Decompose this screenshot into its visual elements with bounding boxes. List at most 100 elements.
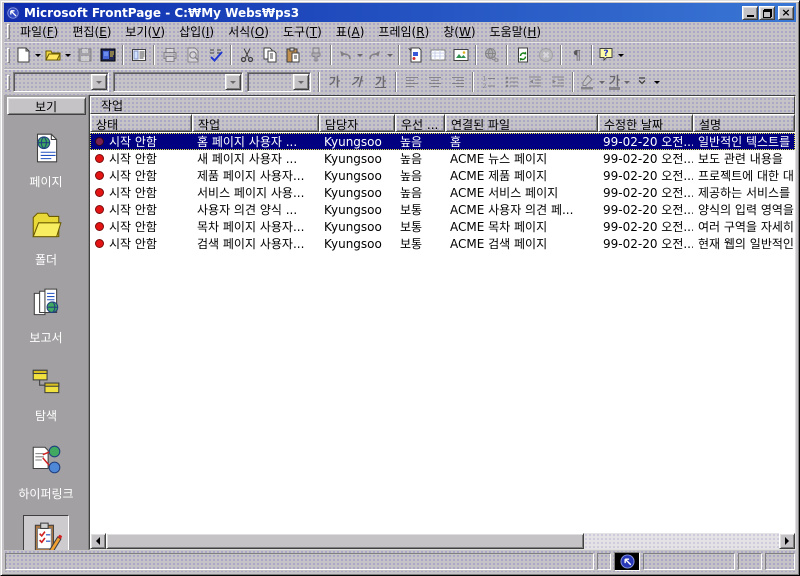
view-icon-frame (23, 437, 69, 483)
toolbar-separator (591, 45, 593, 65)
toolbar-grip[interactable] (7, 47, 10, 63)
cell-priority: 높음 (400, 169, 423, 183)
frontpage-window: Microsoft FrontPage - C:₩My Webs₩ps3 × 파… (0, 0, 800, 576)
scroll-left-icon (96, 537, 100, 545)
toolbar-options-button[interactable] (632, 71, 662, 93)
toolbar-grip[interactable] (7, 24, 10, 39)
task-status-icon (95, 171, 104, 180)
scroll-right-button[interactable] (779, 533, 795, 549)
insert-component-button[interactable] (403, 44, 426, 66)
align-left-button (400, 71, 423, 93)
cell-modified: 99-02-20 오전... (603, 203, 693, 217)
cell-description: 프로젝트에 대한 대 (698, 169, 794, 183)
status-bar (4, 550, 796, 572)
horizontal-scrollbar[interactable] (90, 533, 795, 549)
frontpage-status-icon (614, 552, 640, 571)
decrease-indent-button (523, 71, 546, 93)
refresh-button[interactable] (511, 44, 534, 66)
view-label: 폴더 (34, 253, 58, 267)
task-row[interactable]: 시작 안함 새 페이지 사용자 ... Kyungsoo 높음 ACME 뉴스 페이지 9… (90, 150, 795, 167)
scrollbar-track[interactable] (584, 533, 779, 549)
stop-button (534, 44, 557, 66)
copy-button[interactable] (258, 44, 281, 66)
column-header-2[interactable]: 작업 (192, 114, 319, 132)
bulleted-list-icon (504, 74, 520, 90)
navigation-view-icon (29, 365, 63, 399)
menu-item-T[interactable]: 도구(T) (276, 22, 329, 41)
column-header-5[interactable]: 연결된 파일 (445, 114, 598, 132)
close-button[interactable]: × (778, 5, 794, 20)
font-color-label: 가 (609, 73, 621, 90)
help-button[interactable]: ? (596, 44, 626, 66)
menu-item-V[interactable]: 보기(V) (118, 22, 172, 41)
menu-item-I[interactable]: 삽입(I) (172, 22, 221, 41)
scroll-left-button[interactable] (90, 533, 106, 549)
scrollbar-thumb[interactable] (106, 533, 584, 549)
increase-indent-button (546, 71, 569, 93)
underline-label: 가 (374, 75, 387, 89)
view-label: 보고서 (29, 331, 63, 345)
folder-list-button[interactable] (127, 44, 150, 66)
toolbar-grip[interactable] (7, 74, 10, 90)
sidebar-item-navigation[interactable]: 탐색 (18, 359, 73, 424)
cell-priority: 높음 (400, 186, 423, 200)
insert-table-button[interactable] (426, 44, 449, 66)
task-status-icon (95, 222, 104, 231)
svg-text:¶: ¶ (572, 49, 580, 64)
menu-item-A[interactable]: 표(A) (329, 22, 372, 41)
task-row[interactable]: 시작 안함 목차 페이지 사용자... Kyungsoo 보통 ACME 목차 페이지 9… (90, 218, 795, 235)
sidebar-item-tasks[interactable]: 작업 (18, 515, 73, 550)
restore-button[interactable] (759, 5, 775, 20)
menu-item-E[interactable]: 편집(E) (65, 22, 118, 41)
column-header-1[interactable]: 상태 (90, 114, 192, 132)
bold-button: 가 (323, 71, 346, 93)
open-button[interactable] (43, 44, 73, 66)
task-table-body: 시작 안함 홈 페이지 사용자 ... Kyungsoo 높음 홈 99-02-20 오전… (90, 132, 795, 533)
dropdown-arrow-icon (618, 53, 624, 57)
column-header-7[interactable]: 설명 (693, 114, 795, 132)
cell-task: 제품 페이지 사용자... (197, 169, 305, 183)
column-header-6[interactable]: 수정한 날짜 (598, 114, 693, 132)
font-combo (113, 72, 243, 92)
menu-item-H[interactable]: 도움말(H) (483, 22, 549, 41)
svg-text:1: 1 (482, 76, 486, 83)
spelling-button[interactable] (204, 44, 227, 66)
column-header-4[interactable]: 우선 ... (395, 114, 445, 132)
menu-item-O[interactable]: 서식(O) (221, 22, 276, 41)
sidebar-item-folders[interactable]: 폴더 (18, 203, 73, 268)
task-row[interactable]: 시작 안함 서비스 페이지 사용... Kyungsoo 높음 ACME 서비스 페이지… (90, 184, 795, 201)
cell-status: 시작 안함 (90, 218, 192, 235)
cell-status: 시작 안함 (90, 201, 192, 218)
minimize-button[interactable] (742, 5, 758, 20)
spelling-icon (208, 47, 224, 63)
task-row[interactable]: 시작 안함 검색 페이지 사용자... Kyungsoo 보통 ACME 검색 페이지 9… (90, 235, 795, 252)
cut-button[interactable] (235, 44, 258, 66)
minimize-icon (746, 14, 754, 17)
toolbar-separator (153, 45, 155, 65)
new-page-button[interactable] (13, 44, 43, 66)
cell-linked: ACME 제품 페이지 (450, 169, 548, 183)
sidebar-item-reports[interactable]: 보고서 (18, 281, 73, 346)
highlight-color-icon (579, 74, 595, 90)
view-label: 페이지 (29, 175, 63, 189)
sidebar-item-page[interactable]: 페이지 (18, 125, 73, 190)
task-row[interactable]: 시작 안함 제품 페이지 사용자... Kyungsoo 높음 ACME 제품 페이지 9… (90, 167, 795, 184)
task-row[interactable]: 시작 안함 사용자 의견 양식 ... Kyungsoo 보통 ACME 사용자 의견 … (90, 201, 795, 218)
hyperlink-button (480, 44, 503, 66)
sidebar-item-hyperlinks[interactable]: 하이퍼링크 (18, 437, 74, 502)
status-panel (738, 553, 762, 570)
paste-button[interactable] (281, 44, 304, 66)
insert-picture-button[interactable] (449, 44, 472, 66)
menu-item-F[interactable]: 파일(F) (13, 22, 65, 41)
formatting-toolbar: 가가가12가 (4, 68, 796, 95)
publish-web-button[interactable] (96, 44, 119, 66)
menu-item-W[interactable]: 창(W) (436, 22, 482, 41)
menu-item-R[interactable]: 프레임(R) (371, 22, 436, 41)
refresh-icon (515, 47, 531, 63)
view-icon-frame (23, 359, 69, 405)
show-paragraph-button[interactable]: ¶ (565, 44, 588, 66)
view-icon-frame (22, 515, 69, 550)
view-label: 탐색 (34, 409, 58, 423)
task-row[interactable]: 시작 안함 홈 페이지 사용자 ... Kyungsoo 높음 홈 99-02-20 오전… (90, 133, 795, 150)
column-header-3[interactable]: 담당자 (319, 114, 395, 132)
